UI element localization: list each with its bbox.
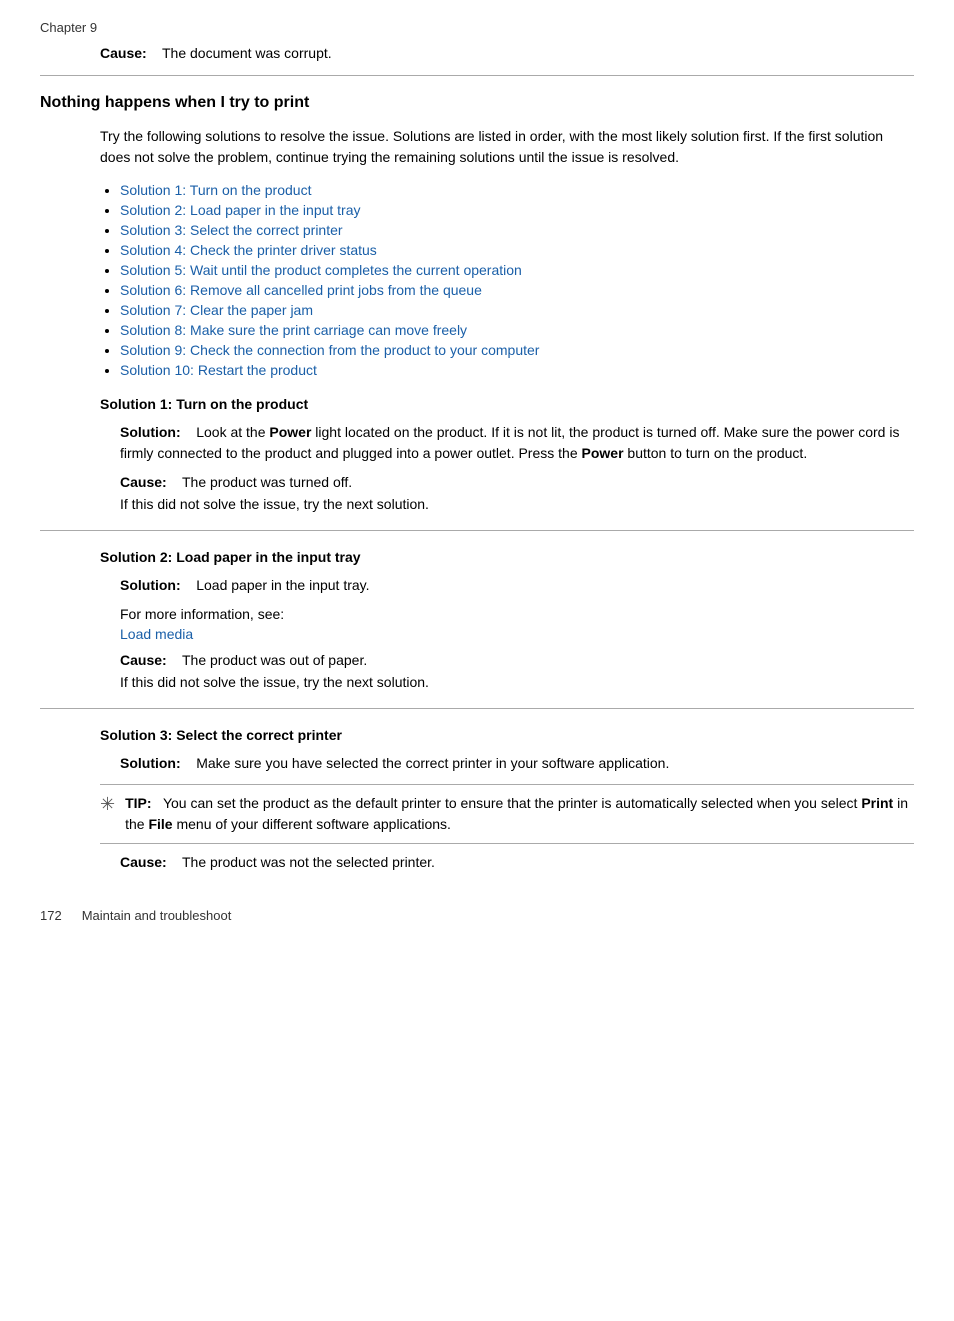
solution2-cause: Cause: The product was out of paper. — [120, 652, 914, 668]
solution3-body: Solution: Make sure you have selected th… — [120, 753, 914, 774]
solution3-heading: Solution 3: Select the correct printer — [100, 727, 914, 743]
solution3-solution-label: Solution: — [120, 755, 181, 771]
solution3-link[interactable]: Solution 3: Select the correct printer — [120, 222, 343, 238]
list-item: Solution 7: Clear the paper jam — [120, 302, 914, 318]
solution8-link[interactable]: Solution 8: Make sure the print carriage… — [120, 322, 467, 338]
list-item: Solution 2: Load paper in the input tray — [120, 202, 914, 218]
solution3-tip-text: TIP: You can set the product as the defa… — [125, 793, 914, 835]
solution2-cause-label: Cause: — [120, 652, 167, 668]
solution1-cause: Cause: The product was turned off. — [120, 474, 914, 490]
solution2-if-not-solve: If this did not solve the issue, try the… — [120, 674, 914, 690]
top-cause-label: Cause: — [100, 45, 147, 61]
footer-text: Maintain and troubleshoot — [82, 908, 232, 923]
tip-text-before: You can set the product as the default p… — [163, 795, 861, 811]
solution1-link[interactable]: Solution 1: Turn on the product — [120, 182, 311, 198]
solution3-text: Make sure you have selected the correct … — [196, 755, 669, 771]
solution1-text-before: Look at the — [196, 424, 269, 440]
page-number: 172 — [40, 908, 62, 923]
solution2-link[interactable]: Solution 2: Load paper in the input tray — [120, 202, 361, 218]
solution1-text-after: button to turn on the product. — [624, 445, 808, 461]
solutions-bullet-list: Solution 1: Turn on the product Solution… — [120, 182, 914, 378]
footer: 172 Maintain and troubleshoot — [40, 900, 914, 923]
list-item: Solution 5: Wait until the product compl… — [120, 262, 914, 278]
solution3-cause-label: Cause: — [120, 854, 167, 870]
solution2-heading: Solution 2: Load paper in the input tray — [100, 549, 914, 565]
solution1-solution-label: Solution: — [120, 424, 181, 440]
list-item: Solution 8: Make sure the print carriage… — [120, 322, 914, 338]
solution7-link[interactable]: Solution 7: Clear the paper jam — [120, 302, 313, 318]
solution1-body: Solution: Look at the Power light locate… — [120, 422, 914, 464]
solution3-tip-box: ✳ TIP: You can set the product as the de… — [100, 784, 914, 844]
list-item: Solution 6: Remove all cancelled print j… — [120, 282, 914, 298]
solution2-cause-text: The product was out of paper. — [182, 652, 367, 668]
top-cause-text: The document was corrupt. — [162, 45, 332, 61]
list-item: Solution 9: Check the connection from th… — [120, 342, 914, 358]
top-cause-line: Cause: The document was corrupt. — [100, 45, 914, 61]
load-media-link[interactable]: Load media — [120, 626, 193, 642]
solution3-section: Solution 3: Select the correct printer S… — [40, 727, 914, 870]
list-item: Solution 1: Turn on the product — [120, 182, 914, 198]
tip-bold1: Print — [861, 795, 893, 811]
solution1-section: Solution 1: Turn on the product Solution… — [40, 396, 914, 512]
solution2-for-more: For more information, see: — [120, 606, 914, 622]
intro-paragraph: Try the following solutions to resolve t… — [100, 126, 914, 168]
chapter-label: Chapter 9 — [40, 20, 914, 35]
solution1-heading: Solution 1: Turn on the product — [100, 396, 914, 412]
tip-text-after: menu of your different software applicat… — [173, 816, 451, 832]
tip-icon: ✳ — [100, 794, 115, 815]
solution1-bold2: Power — [582, 445, 624, 461]
solution1-cause-label: Cause: — [120, 474, 167, 490]
top-cause-block: Cause: The document was corrupt. — [40, 45, 914, 76]
solution3-cause: Cause: The product was not the selected … — [120, 854, 914, 870]
solution1-cause-text: The product was turned off. — [182, 474, 352, 490]
solution6-link[interactable]: Solution 6: Remove all cancelled print j… — [120, 282, 482, 298]
solution2-body: Solution: Load paper in the input tray. — [120, 575, 914, 596]
solution2-link-line: Load media — [120, 626, 914, 642]
list-item: Solution 3: Select the correct printer — [120, 222, 914, 238]
list-item: Solution 10: Restart the product — [120, 362, 914, 378]
solution1-bold1: Power — [269, 424, 311, 440]
solution5-link[interactable]: Solution 5: Wait until the product compl… — [120, 262, 522, 278]
main-section-heading: Nothing happens when I try to print — [40, 94, 914, 112]
solution10-link[interactable]: Solution 10: Restart the product — [120, 362, 317, 378]
solution2-section: Solution 2: Load paper in the input tray… — [40, 549, 914, 690]
solution2-solution-label: Solution: — [120, 577, 181, 593]
divider2 — [40, 708, 914, 709]
solution9-link[interactable]: Solution 9: Check the connection from th… — [120, 342, 539, 358]
tip-bold2: File — [148, 816, 172, 832]
solution1-if-not-solve: If this did not solve the issue, try the… — [120, 496, 914, 512]
list-item: Solution 4: Check the printer driver sta… — [120, 242, 914, 258]
solution2-text: Load paper in the input tray. — [196, 577, 369, 593]
divider1 — [40, 530, 914, 531]
solution3-cause-text: The product was not the selected printer… — [182, 854, 435, 870]
solution4-link[interactable]: Solution 4: Check the printer driver sta… — [120, 242, 377, 258]
tip-label: TIP: — [125, 795, 151, 811]
